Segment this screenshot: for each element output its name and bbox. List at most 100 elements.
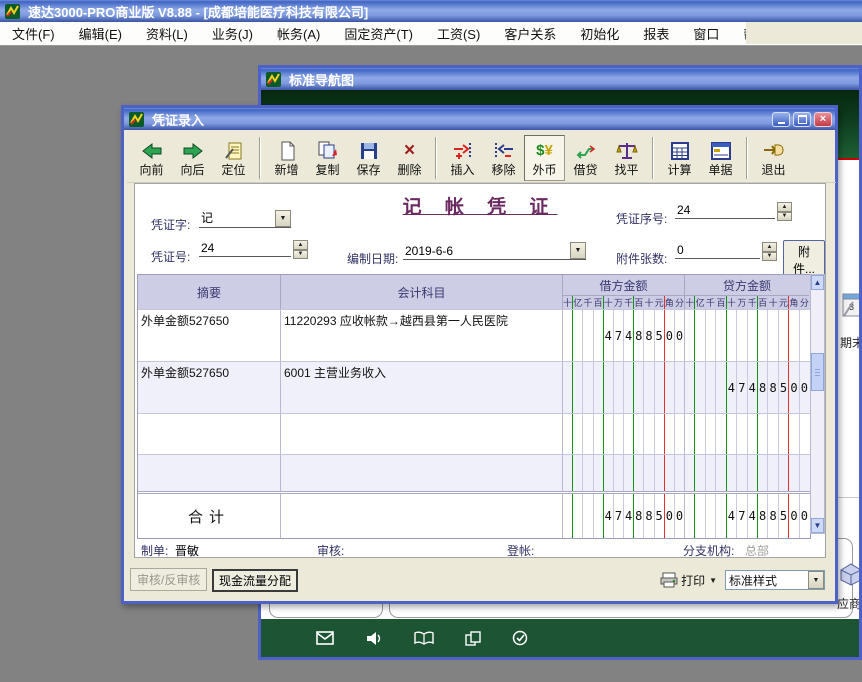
voucher-word-select[interactable]: 记 ▼ [199,208,291,228]
task-icon[interactable] [512,630,528,646]
voucher-entry-dialog: 凭证录入 × 向前向后定位新增复制保存×删除插入移除$¥外币借贷找平 计算单据退出… [121,105,838,604]
toolbar-button-delete[interactable]: ×删除 [389,135,430,181]
toolbar-button-insert[interactable]: 插入 [442,135,483,181]
print-button[interactable]: 打印 [681,572,705,589]
menu-bar: 文件(F)编辑(E)资料(L)业务(J)帐务(A)固定资产(T)工资(S)客户关… [0,22,862,46]
voucher-row-2[interactable] [138,413,810,454]
menu-item-1[interactable]: 编辑(E) [67,21,134,46]
date-select[interactable]: 2019-6-6 ▼ [403,242,586,260]
copy-icon[interactable] [465,631,481,646]
form-panel: 记 帐 凭 证 凭证字: 记 ▼ 凭证序号: 24 ▲▼ 凭证号: 24 ▲▼ … [134,183,826,558]
number-field[interactable]: 24 [199,240,291,257]
account-cell[interactable] [281,455,563,491]
book-icon[interactable] [414,631,434,645]
toolbar-button-balance[interactable]: 找平 [606,135,647,181]
toolbar-separator [435,137,437,179]
debit-cell[interactable]: 47488500 [563,310,685,361]
credit-cell[interactable] [685,310,809,361]
toolbar-button-remove[interactable]: 移除 [483,135,524,181]
audit-toggle-button[interactable]: 审核/反审核 [130,568,207,591]
scroll-down-button[interactable]: ▼ [811,518,824,533]
credit-cell[interactable] [685,414,809,454]
menu-item-0[interactable]: 文件(F) [0,21,67,46]
period-end-icon[interactable]: 3 [841,290,859,320]
maximize-button[interactable] [793,112,811,127]
date-dropdown-icon[interactable]: ▼ [570,242,586,259]
attach-count-field[interactable]: 0 [675,242,760,259]
toolbar-button-foreign-currency[interactable]: $¥外币 [524,135,565,181]
voucher-row-0[interactable]: 外单金额52765011220293 应收帐款→越西县第一人民医院4748850… [138,309,810,361]
table-scrollbar[interactable]: ▲ ▼ [810,274,825,534]
close-button[interactable]: × [814,112,832,127]
supplier-icon[interactable] [839,560,859,586]
new-doc-icon [276,139,298,163]
toolbar-button-exit[interactable]: 退出 [753,135,794,181]
attach-count-spinner[interactable]: ▲▼ [762,242,777,261]
mail-icon[interactable] [316,631,334,645]
toolbar-separator [259,137,261,179]
toolbar-button-prev[interactable]: 向前 [131,135,172,181]
toolbar-button-copy[interactable]: 复制 [307,135,348,181]
copy-doc-icon [316,139,340,163]
supplier-label[interactable]: 应商 [837,595,859,612]
debit-cell[interactable] [563,455,685,491]
toolbar-button-label: 外币 [532,163,556,177]
menu-item-3[interactable]: 业务(J) [200,21,265,46]
delete-x-icon: × [404,139,415,163]
speaker-icon[interactable] [365,631,383,646]
voucher-table-header: 摘要 会计科目 借方金额 十亿千百十万千百十元角分 贷方金额 十亿千百十万千百十… [138,275,810,309]
credit-cell[interactable] [685,455,809,491]
menu-item-7[interactable]: 客户关系 [492,21,568,46]
minimize-button[interactable] [772,112,790,127]
period-end-label[interactable]: 期末 [840,334,859,351]
toolbar-button-new[interactable]: 新增 [266,135,307,181]
column-header-debit: 借方金额 十亿千百十万千百十元角分 [563,275,685,309]
voucher-word-dropdown-icon[interactable]: ▼ [275,210,291,227]
voucher-row-1[interactable]: 外单金额5276506001 主营业务收入 47488500 [138,361,810,413]
print-style-select[interactable]: 标准样式 ▼ [725,570,825,590]
toolbar-button-debit-credit[interactable]: 借贷 [565,135,606,181]
credit-cell[interactable]: 47488500 [685,362,809,413]
toolbar-button-label: 插入 [450,163,474,177]
serial-field[interactable]: 24 [675,202,775,219]
summary-cell[interactable]: 外单金额527650 [138,310,281,361]
summary-cell[interactable]: 外单金额527650 [138,362,281,413]
scroll-up-button[interactable]: ▲ [811,275,824,290]
attach-count-label: 附件张数: [616,250,667,267]
debit-cell[interactable] [563,362,685,413]
toolbar-button-document[interactable]: 单据 [700,135,741,181]
summary-cell[interactable] [138,414,281,454]
print-dropdown-arrow-icon[interactable]: ▼ [709,576,717,585]
summary-cell[interactable] [138,455,281,491]
toolbar-button-label: 找平 [614,163,638,177]
menu-item-8[interactable]: 初始化 [568,21,631,46]
menu-item-10[interactable]: 窗口 [681,21,731,46]
number-spinner[interactable]: ▲▼ [293,240,308,259]
menu-item-9[interactable]: 报表 [631,21,681,46]
menu-item-2[interactable]: 资料(L) [134,21,200,46]
serial-spinner[interactable]: ▲▼ [777,202,792,221]
menu-item-6[interactable]: 工资(S) [425,21,492,46]
toolbar-button-save[interactable]: 保存 [348,135,389,181]
toolbar-button-locate[interactable]: 定位 [213,135,254,181]
cashflow-button[interactable]: 现金流量分配 [212,569,298,592]
voucher-table: 摘要 会计科目 借方金额 十亿千百十万千百十元角分 贷方金额 十亿千百十万千百十… [137,274,811,539]
serial-label: 凭证序号: [616,210,667,227]
toolbar-separator [746,137,748,179]
dialog-titlebar[interactable]: 凭证录入 × [124,108,835,130]
menu-item-4[interactable]: 帐务(A) [265,21,332,46]
menu-item-5[interactable]: 固定资产(T) [332,21,425,46]
debit-cell[interactable] [563,414,685,454]
scroll-thumb[interactable] [811,353,824,391]
toolbar-button-calculate[interactable]: 计算 [659,135,700,181]
branch-label: 分支机构: [683,542,734,559]
voucher-row-3[interactable] [138,454,810,491]
account-cell[interactable]: 11220293 应收帐款→越西县第一人民医院 [281,310,563,361]
toolbar-button-next[interactable]: 向后 [172,135,213,181]
account-cell[interactable] [281,414,563,454]
style-dropdown-icon[interactable]: ▼ [808,571,824,589]
account-cell[interactable]: 6001 主营业务收入 [281,362,563,413]
number-label: 凭证号: [151,248,190,265]
toolbar-separator [652,137,654,179]
nav-titlebar[interactable]: 标准导航图 [261,68,859,90]
